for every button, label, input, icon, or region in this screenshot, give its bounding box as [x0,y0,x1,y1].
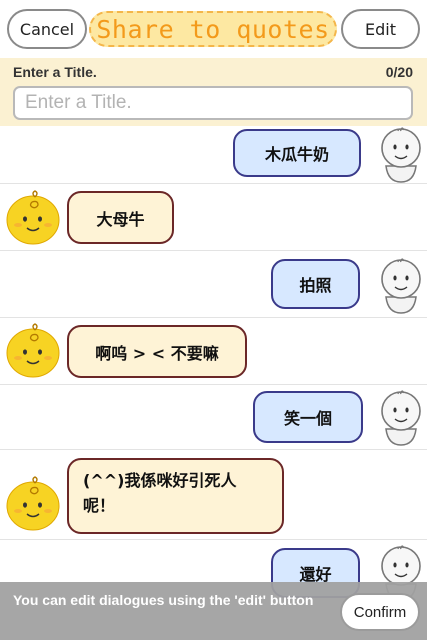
bot-message-bubble: 大母牛 [67,191,174,244]
user-message-bubble: 拍照 [271,259,360,309]
top-bar: Cancel Share to quotes Edit [0,0,427,58]
chat-row: (^^)我係咪好引死人 呢！ [0,450,427,540]
edit-hint-text: You can edit dialogues using the 'edit' … [13,592,314,608]
bottom-hint-bar: You can edit dialogues using the 'edit' … [0,582,427,640]
page-title: Share to quotes [89,11,337,47]
title-section: Enter a Title. 0/20 [0,58,427,126]
chat-row: 木瓜牛奶 [0,126,427,184]
user-avatar-icon [378,257,424,315]
cancel-button[interactable]: Cancel [7,9,87,49]
bot-message-bubble: (^^)我係咪好引死人 呢！ [67,458,284,534]
chat-row: 拍照 [0,251,427,318]
confirm-button[interactable]: Confirm [340,593,420,631]
chat-row: 笑一個 [0,385,427,450]
yellow-chick-avatar-icon [5,322,63,380]
title-label: Enter a Title. [13,64,97,80]
title-char-counter: 0/20 [385,64,413,80]
user-avatar-icon [378,126,424,184]
bot-message-bubble: 啊呜 > < 不要嘛 [67,325,247,378]
yellow-chick-avatar-icon [5,475,63,533]
user-avatar-icon [378,389,424,447]
user-message-bubble: 木瓜牛奶 [233,129,361,177]
message-text-line: 呢！ [83,496,116,515]
edit-button[interactable]: Edit [341,9,420,49]
chat-row: 啊呜 > < 不要嘛 [0,318,427,385]
user-message-bubble: 笑一個 [253,391,363,443]
chat-row: 大母牛 [0,184,427,251]
title-input[interactable] [13,86,413,120]
message-text-line: (^^)我係咪好引死人 [83,471,237,490]
yellow-chick-avatar-icon [5,189,63,247]
